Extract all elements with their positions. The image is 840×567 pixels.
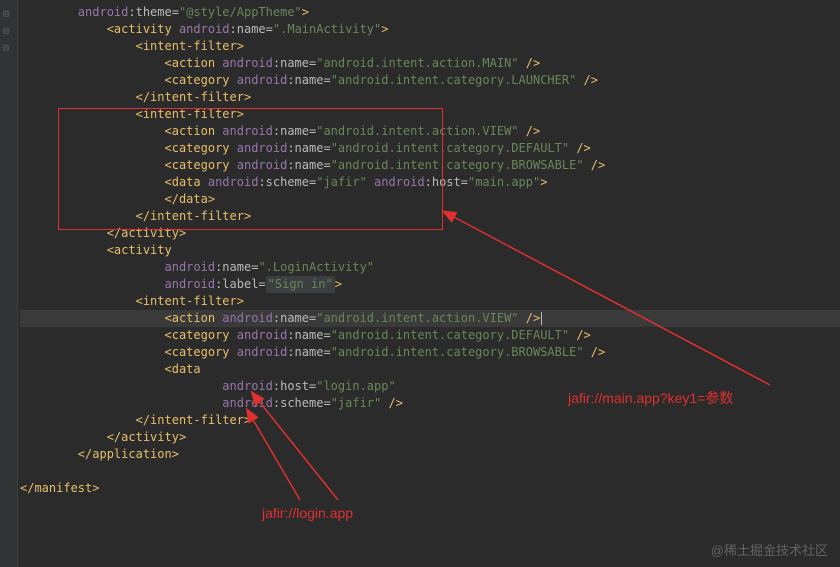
annotation-login-app: jafir://login.app (262, 505, 353, 521)
code-line[interactable]: <activity android:name=".MainActivity"> (20, 21, 840, 38)
code-line[interactable]: <category android:name="android.intent.c… (20, 344, 840, 361)
code-line[interactable]: <data (20, 361, 840, 378)
code-line[interactable]: </intent-filter> (20, 412, 840, 429)
code-line[interactable]: android:scheme="jafir" /> (20, 395, 840, 412)
code-line[interactable]: </intent-filter> (20, 208, 840, 225)
code-line[interactable]: </activity> (20, 225, 840, 242)
code-line[interactable]: <category android:name="android.intent.c… (20, 72, 840, 89)
code-line[interactable]: </application> (20, 446, 840, 463)
code-line[interactable]: <activity (20, 242, 840, 259)
code-line[interactable]: android:host="login.app" (20, 378, 840, 395)
code-line[interactable]: <action android:name="android.intent.act… (20, 55, 840, 72)
watermark: @稀土掘金技术社区 (711, 540, 828, 559)
code-line[interactable]: <category android:name="android.intent.c… (20, 140, 840, 157)
code-line[interactable]: <action android:name="android.intent.act… (20, 310, 840, 327)
code-line[interactable]: android:name=".LoginActivity" (20, 259, 840, 276)
code-line[interactable]: android:label="Sign in"> (20, 276, 840, 293)
code-line[interactable]: <intent-filter> (20, 38, 840, 55)
code-line[interactable]: android:theme="@style/AppTheme"> (20, 4, 840, 21)
code-line[interactable]: <category android:name="android.intent.c… (20, 327, 840, 344)
code-editor[interactable]: android:theme="@style/AppTheme"> <activi… (20, 0, 840, 497)
fold-marks: ⊟⊟⊟ (3, 6, 9, 57)
code-line[interactable]: <action android:name="android.intent.act… (20, 123, 840, 140)
code-line[interactable]: </intent-filter> (20, 89, 840, 106)
code-line[interactable]: <category android:name="android.intent.c… (20, 157, 840, 174)
editor-gutter: ⊟⊟⊟ (0, 0, 18, 567)
code-line[interactable]: </activity> (20, 429, 840, 446)
code-line[interactable] (20, 463, 840, 480)
code-line[interactable]: <data android:scheme="jafir" android:hos… (20, 174, 840, 191)
code-line[interactable]: </data> (20, 191, 840, 208)
code-line[interactable]: <intent-filter> (20, 293, 840, 310)
code-line[interactable]: <intent-filter> (20, 106, 840, 123)
code-line[interactable]: </manifest> (20, 480, 840, 497)
